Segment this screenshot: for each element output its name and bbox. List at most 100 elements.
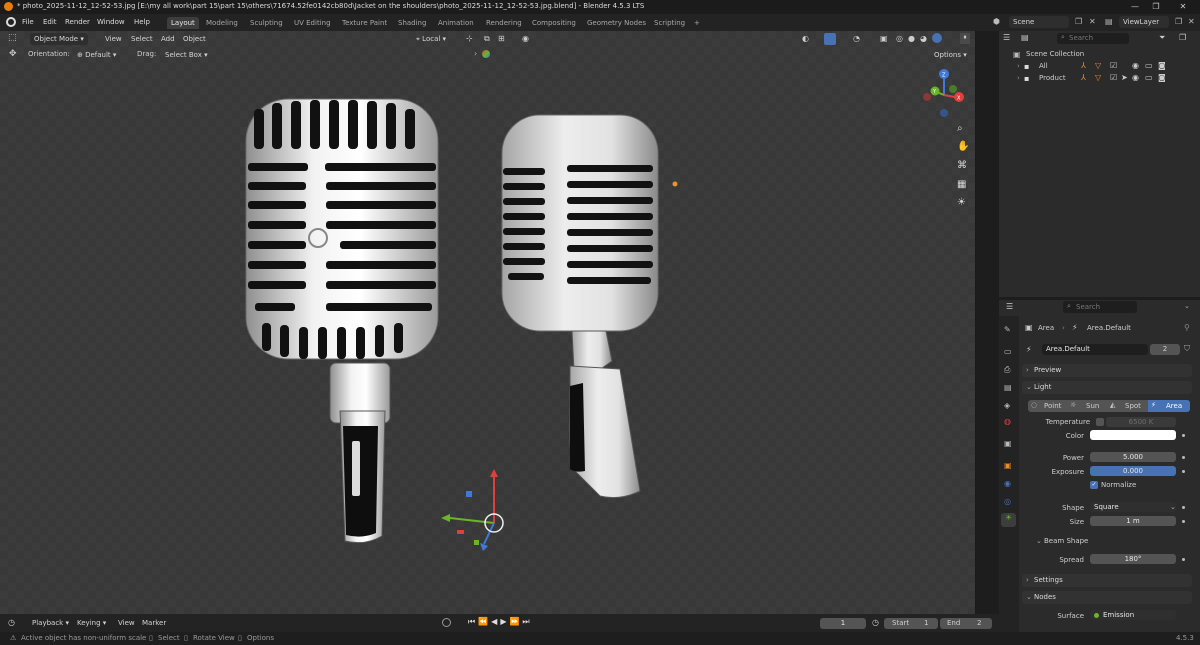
- checkbox-product-icon[interactable]: ☑: [1110, 73, 1117, 82]
- power-field[interactable]: 5.000: [1090, 452, 1176, 462]
- perspective-grid-icon[interactable]: ▦: [957, 179, 966, 190]
- panel-light[interactable]: ⌄ Light: [1022, 381, 1192, 394]
- size-keyframe-dot[interactable]: [1182, 520, 1185, 523]
- timeline-editor-icon[interactable]: ◷: [8, 618, 15, 627]
- sidebar-toggle-icon[interactable]: ⏸: [960, 33, 970, 44]
- tab-animation[interactable]: Animation: [434, 17, 478, 29]
- expand-product-chevron-icon[interactable]: ›: [1017, 74, 1020, 82]
- light-type-area[interactable]: Area: [1166, 402, 1182, 410]
- tab-compositing[interactable]: Compositing: [528, 17, 580, 29]
- playback-controls[interactable]: ⏮⏪◀▶⏩⏭: [468, 617, 533, 627]
- 3d-viewport[interactable]: Z X Y ⌕ ✋ ⌘ ▦ ☀: [0, 31, 976, 614]
- orientation-dropdown[interactable]: ⊕ Default ▾: [73, 49, 120, 61]
- color-keyframe-dot[interactable]: [1182, 434, 1185, 437]
- spread-keyframe-dot[interactable]: [1182, 558, 1185, 561]
- tab-rendering[interactable]: Rendering: [482, 17, 526, 29]
- exposure-keyframe-dot[interactable]: [1182, 470, 1185, 473]
- render-tab-icon[interactable]: ▭: [1004, 347, 1012, 356]
- tool-tab-icon[interactable]: ✎: [1004, 325, 1011, 334]
- mode-dropdown[interactable]: Object Mode ▾: [30, 33, 88, 45]
- view-layer-tab-icon[interactable]: ▤: [1004, 383, 1012, 392]
- tab-layout[interactable]: Layout: [167, 17, 199, 29]
- menu-add[interactable]: Add: [157, 33, 179, 45]
- expand-all-chevron-icon[interactable]: ›: [1017, 62, 1020, 70]
- outliner-item-product[interactable]: Product: [1039, 74, 1066, 82]
- menu-help[interactable]: Help: [134, 18, 150, 26]
- menu-view[interactable]: View: [101, 33, 126, 45]
- menu-keying[interactable]: Keying ▾: [73, 617, 110, 629]
- surface-shader-field[interactable]: Emission: [1090, 610, 1176, 620]
- timeline-menu-view[interactable]: View: [114, 617, 139, 629]
- datablock-name-field[interactable]: Area.Default: [1042, 344, 1148, 355]
- new-scene-icon[interactable]: ❐: [1075, 17, 1082, 26]
- normalize-checkbox[interactable]: ✓: [1090, 481, 1098, 489]
- output-tab-icon[interactable]: ⎙: [1004, 365, 1010, 375]
- pivot-icon[interactable]: ⊹: [466, 34, 473, 43]
- tab-shading[interactable]: Shading: [394, 17, 430, 29]
- new-view-layer-icon[interactable]: ❐: [1175, 17, 1182, 26]
- color-picker-icon[interactable]: [482, 50, 490, 58]
- editor-type-icon[interactable]: ⬚: [8, 33, 17, 43]
- beam-shape-chevron-icon[interactable]: ⌄: [1036, 537, 1042, 545]
- fake-user-shield-icon[interactable]: ⛉: [1184, 344, 1190, 354]
- pan-hand-icon[interactable]: ✋: [957, 141, 969, 152]
- gizmo-toggle-icon[interactable]: [824, 33, 836, 45]
- monitor-product-icon[interactable]: ▭: [1145, 73, 1153, 82]
- eye-product-icon[interactable]: ◉: [1132, 73, 1139, 82]
- menu-window[interactable]: Window: [97, 18, 125, 26]
- maximize-button[interactable]: ❐: [1150, 1, 1162, 13]
- light-object-dot[interactable]: [672, 181, 678, 187]
- menu-select[interactable]: Select: [127, 33, 157, 45]
- object-tab-icon[interactable]: ▣: [1004, 461, 1012, 470]
- visibility-icon[interactable]: ◐: [802, 34, 809, 43]
- panel-settings[interactable]: › Settings: [1022, 574, 1192, 587]
- outliner-search-input[interactable]: Search: [1057, 33, 1129, 44]
- tab-geometry-nodes[interactable]: Geometry Nodes: [583, 17, 650, 29]
- temperature-checkbox[interactable]: [1096, 418, 1104, 426]
- light-type-spot[interactable]: Spot: [1125, 402, 1141, 410]
- tab-uv-editing[interactable]: UV Editing: [290, 17, 335, 29]
- physics-tab-icon[interactable]: ◉: [1004, 479, 1011, 488]
- outliner-editor-icon[interactable]: ☰: [1003, 33, 1010, 42]
- move-tool-icon[interactable]: ✥: [9, 49, 17, 59]
- scene-collection-label[interactable]: Scene Collection: [1026, 50, 1084, 58]
- spread-field[interactable]: 180°: [1090, 554, 1176, 564]
- select-cursor-icon[interactable]: ➤: [1121, 73, 1128, 82]
- tab-texture-paint[interactable]: Texture Paint: [338, 17, 391, 29]
- size-field[interactable]: 1 m: [1090, 516, 1176, 526]
- users-count-field[interactable]: 2: [1150, 344, 1180, 355]
- tab-scripting[interactable]: Scripting: [650, 17, 689, 29]
- proportional-edit-icon[interactable]: ◉: [522, 34, 529, 43]
- scene-field[interactable]: Scene: [1009, 16, 1069, 28]
- menu-file[interactable]: File: [22, 18, 34, 26]
- overlay-icon[interactable]: ◔: [853, 34, 860, 43]
- filter-icon[interactable]: ⏷: [1159, 33, 1165, 43]
- new-collection-icon[interactable]: ❐: [1179, 33, 1186, 42]
- snap-icon[interactable]: ⧉: [484, 34, 490, 44]
- power-keyframe-dot[interactable]: [1182, 456, 1185, 459]
- camera-all-icon[interactable]: ◙: [1158, 61, 1166, 70]
- current-frame-field[interactable]: 1: [820, 618, 866, 629]
- scene-tab-icon[interactable]: ◈: [1004, 401, 1010, 410]
- drag-dropdown[interactable]: Select Box ▾: [161, 49, 212, 61]
- outliner-item-all[interactable]: All: [1039, 62, 1048, 70]
- checkbox-all-icon[interactable]: ☑: [1110, 61, 1117, 70]
- color-swatch[interactable]: [1090, 430, 1176, 440]
- constraints-tab-icon[interactable]: ◎: [1004, 497, 1011, 506]
- monitor-all-icon[interactable]: ▭: [1145, 61, 1153, 70]
- collection-tab-icon[interactable]: ▣: [1004, 439, 1012, 448]
- menu-edit[interactable]: Edit: [43, 18, 57, 26]
- datablock-type-icon[interactable]: ⚡: [1026, 345, 1032, 354]
- exposure-field[interactable]: 0.000: [1090, 466, 1176, 476]
- view-layer-field[interactable]: ViewLayer: [1119, 16, 1169, 28]
- zoom-icon[interactable]: ⌕: [957, 123, 963, 134]
- record-toggle-icon[interactable]: [442, 618, 451, 627]
- display-mode-icon[interactable]: ▤: [1021, 33, 1029, 42]
- delete-view-layer-icon[interactable]: ✕: [1188, 17, 1195, 26]
- properties-search-input[interactable]: Search: [1063, 301, 1137, 313]
- temperature-field[interactable]: 6500 K: [1106, 417, 1176, 427]
- menu-object[interactable]: Object: [179, 33, 210, 45]
- tab-sculpting[interactable]: Sculpting: [246, 17, 287, 29]
- preview-range-icon[interactable]: ◷: [872, 618, 879, 627]
- close-button[interactable]: ✕: [1177, 1, 1189, 13]
